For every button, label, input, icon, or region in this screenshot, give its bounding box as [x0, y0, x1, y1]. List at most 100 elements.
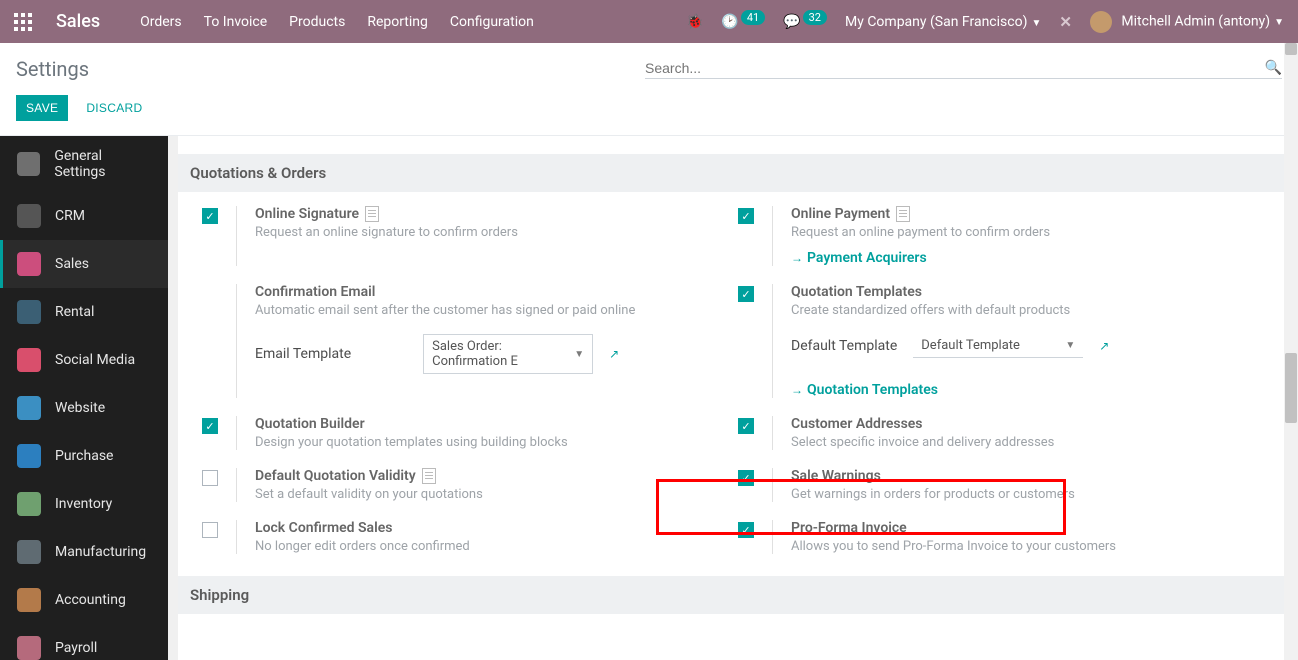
acct-icon: [17, 588, 41, 612]
sidebar-item-label: Manufacturing: [55, 544, 146, 560]
window-scrollbar[interactable]: [1284, 43, 1298, 653]
search-bar[interactable]: 🔍: [645, 60, 1282, 79]
save-button[interactable]: SAVE: [16, 95, 68, 121]
sidebar-item-manufacturing[interactable]: Manufacturing: [0, 528, 168, 576]
checkbox-lock-confirmed-sales[interactable]: [202, 522, 218, 538]
sidebar-item-general-settings[interactable]: General Settings: [0, 136, 168, 192]
checkbox-online-payment[interactable]: [738, 208, 754, 224]
top-nav: Sales Orders To Invoice Products Reporti…: [0, 0, 1298, 43]
user-menu[interactable]: Mitchell Admin (antony)▼: [1090, 11, 1284, 33]
crm-icon: [17, 204, 41, 228]
sidebar-item-sales[interactable]: Sales: [0, 240, 168, 288]
sidebar-item-label: Website: [55, 400, 105, 416]
section-quotations-orders: Quotations & Orders: [178, 154, 1298, 192]
purchase-icon: [17, 444, 41, 468]
setting-online-signature: Online Signature: [255, 206, 359, 222]
sidebar-item-social-media[interactable]: Social Media: [0, 336, 168, 384]
sidebar-item-label: CRM: [55, 208, 85, 224]
sidebar-item-rental[interactable]: Rental: [0, 288, 168, 336]
sidebar-item-label: Social Media: [55, 352, 135, 368]
checkbox-default-quotation-validity[interactable]: [202, 470, 218, 486]
chevron-down-icon: ▼: [1031, 18, 1041, 29]
link-quotation-templates[interactable]: →Quotation Templates: [791, 382, 938, 398]
checkbox-quotation-templates[interactable]: [738, 286, 754, 302]
nav-orders[interactable]: Orders: [140, 14, 182, 30]
setting-quotation-builder: Quotation Builder: [255, 416, 365, 432]
nav-menu: Orders To Invoice Products Reporting Con…: [140, 14, 534, 30]
label-email-template: Email Template: [255, 346, 351, 362]
website-icon: [17, 396, 41, 420]
link-payment-acquirers[interactable]: →Payment Acquirers: [791, 250, 927, 266]
select-default-template[interactable]: Default Template▼: [913, 334, 1083, 358]
checkbox-quotation-builder[interactable]: [202, 418, 218, 434]
rental-icon: [17, 300, 41, 324]
sidebar-item-purchase[interactable]: Purchase: [0, 432, 168, 480]
sidebar-item-label: General Settings: [54, 148, 154, 180]
search-input[interactable]: [645, 60, 1265, 76]
activities-badge: 41: [741, 10, 765, 25]
discard-button[interactable]: DISCARD: [76, 95, 152, 121]
enterprise-icon: [422, 468, 436, 484]
nav-products[interactable]: Products: [289, 14, 345, 30]
settings-main: Quotations & Orders Online Signature Req…: [178, 136, 1298, 660]
discuss-button[interactable]: 💬 32: [783, 14, 827, 30]
select-email-template[interactable]: Sales Order: Confirmation E▼: [423, 334, 593, 374]
gear-icon: [17, 152, 40, 176]
external-link-icon[interactable]: ↗: [609, 347, 619, 361]
checkbox-sale-warnings[interactable]: [738, 470, 754, 486]
enterprise-icon: [365, 206, 379, 222]
sales-icon: [17, 252, 41, 276]
payroll-icon: [17, 636, 41, 660]
brand: Sales: [56, 11, 100, 32]
debug-icon[interactable]: 🐞: [686, 14, 703, 30]
nav-configuration[interactable]: Configuration: [450, 14, 534, 30]
setting-proforma-invoice: Pro-Forma Invoice: [791, 520, 907, 536]
apps-icon[interactable]: [14, 13, 32, 31]
checkbox-online-signature[interactable]: [202, 208, 218, 224]
company-switcher[interactable]: My Company (San Francisco)▼: [845, 14, 1041, 30]
avatar: [1090, 11, 1112, 33]
sidebar-item-label: Accounting: [55, 592, 126, 608]
nav-reporting[interactable]: Reporting: [367, 14, 428, 30]
inventory-icon: [17, 492, 41, 516]
chevron-down-icon: ▼: [1065, 340, 1075, 351]
social-icon: [17, 348, 41, 372]
arrow-right-icon: →: [791, 251, 803, 265]
sidebar-item-label: Sales: [55, 256, 89, 272]
sidebar-item-label: Rental: [55, 304, 94, 320]
sidebar-item-payroll[interactable]: Payroll: [0, 624, 168, 660]
settings-sidebar: General Settings CRM Sales Rental Social Med…: [0, 136, 178, 660]
control-panel: Settings 🔍 SAVE DISCARD: [0, 43, 1298, 136]
chevron-down-icon: ▼: [574, 349, 584, 360]
checkbox-proforma-invoice[interactable]: [738, 522, 754, 538]
external-link-icon[interactable]: ↗: [1099, 339, 1109, 353]
setting-quotation-templates: Quotation Templates: [791, 284, 922, 300]
label-default-template: Default Template: [791, 338, 897, 354]
checkbox-customer-addresses[interactable]: [738, 418, 754, 434]
setting-sale-warnings: Sale Warnings: [791, 468, 881, 484]
mfg-icon: [17, 540, 41, 564]
setting-lock-confirmed-sales: Lock Confirmed Sales: [255, 520, 392, 536]
sidebar-item-label: Purchase: [55, 448, 113, 464]
sidebar-item-label: Payroll: [55, 640, 97, 656]
breadcrumb: Settings: [16, 57, 89, 81]
section-shipping: Shipping: [178, 576, 1298, 614]
setting-confirmation-email: Confirmation Email: [255, 284, 375, 300]
setting-customer-addresses: Customer Addresses: [791, 416, 923, 432]
sidebar-item-website[interactable]: Website: [0, 384, 168, 432]
clock-icon: 🕑: [721, 14, 738, 30]
chevron-down-icon: ▼: [1274, 17, 1284, 28]
search-icon[interactable]: 🔍: [1265, 60, 1282, 76]
sidebar-item-crm[interactable]: CRM: [0, 192, 168, 240]
dev-mode-icon[interactable]: ✕: [1059, 13, 1072, 31]
chat-icon: 💬: [783, 14, 800, 30]
setting-default-quotation-validity: Default Quotation Validity: [255, 468, 416, 484]
setting-online-payment: Online Payment: [791, 206, 890, 222]
sidebar-item-inventory[interactable]: Inventory: [0, 480, 168, 528]
enterprise-icon: [896, 206, 910, 222]
discuss-badge: 32: [803, 10, 827, 25]
arrow-right-icon: →: [791, 383, 803, 397]
activities-button[interactable]: 🕑 41: [721, 14, 765, 30]
sidebar-item-accounting[interactable]: Accounting: [0, 576, 168, 624]
nav-to-invoice[interactable]: To Invoice: [204, 14, 268, 30]
